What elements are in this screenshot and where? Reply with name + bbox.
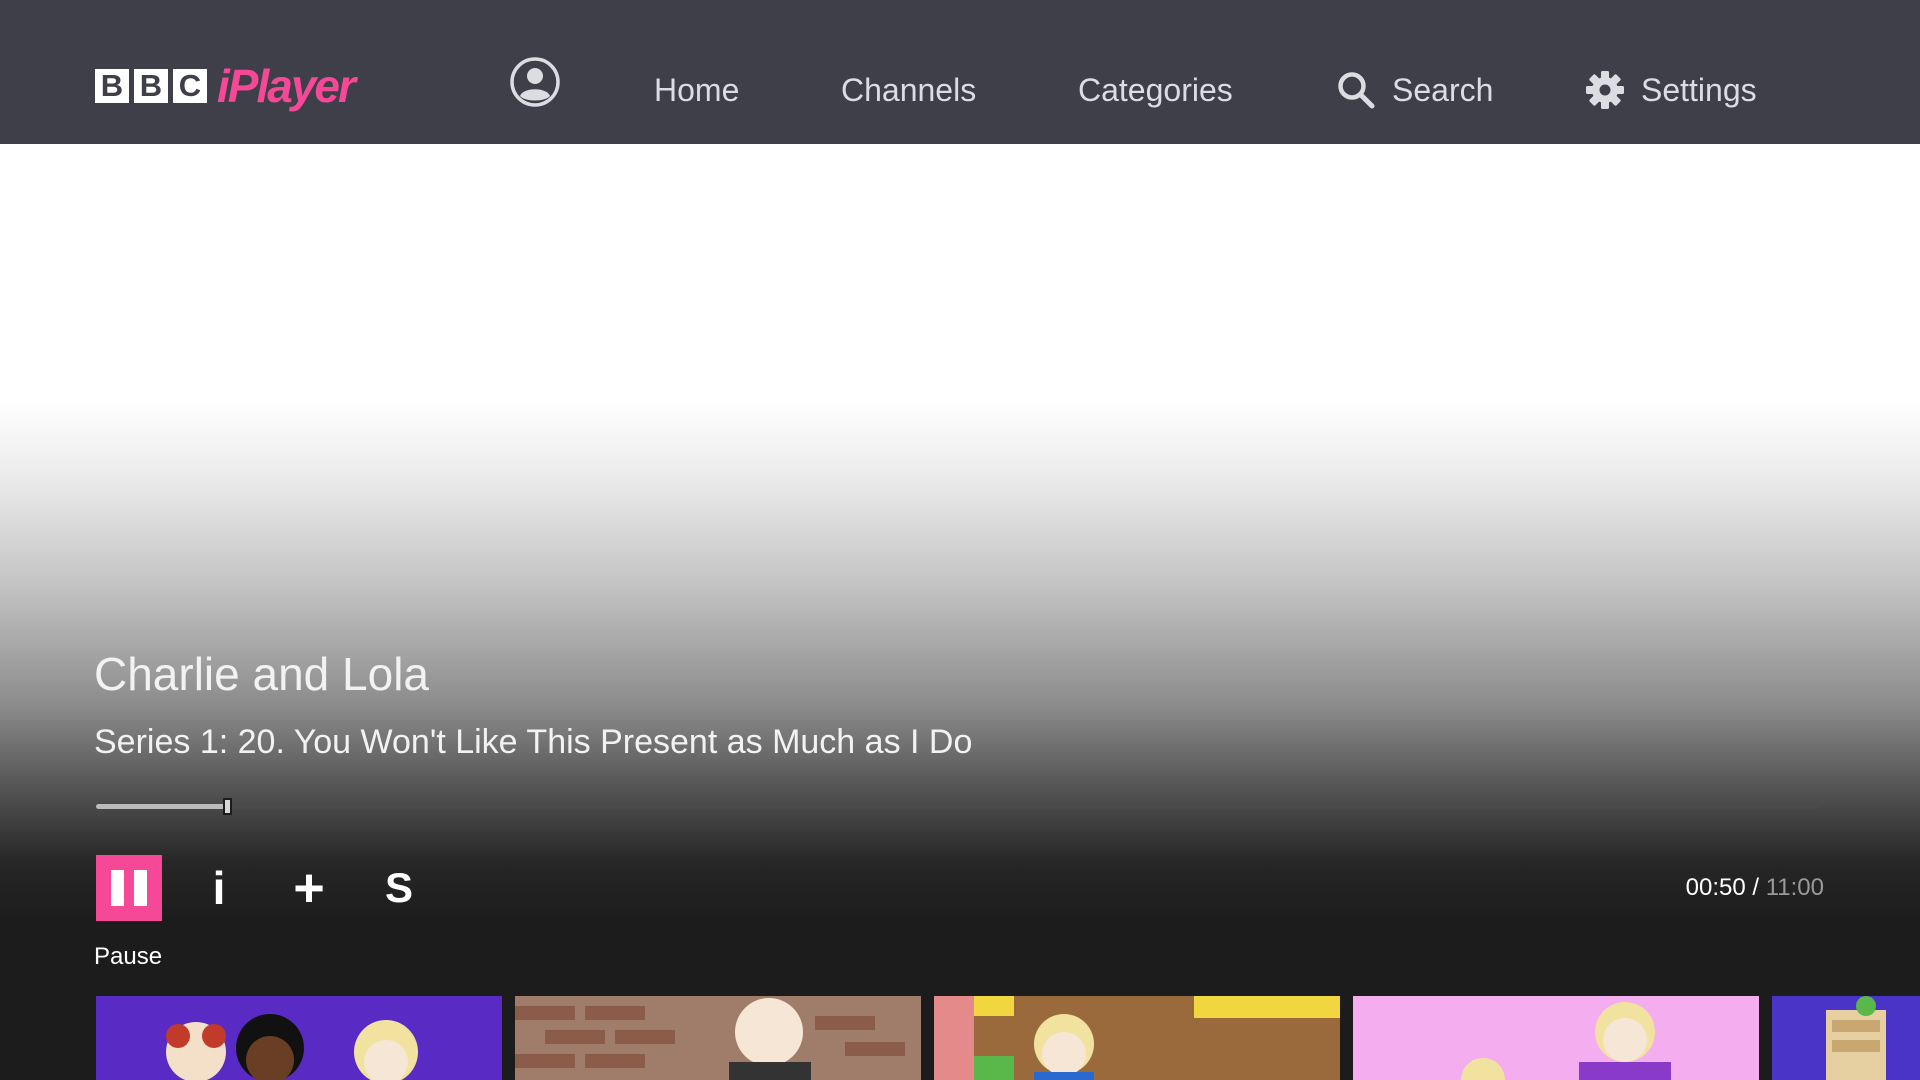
nav-settings-label: Settings <box>1641 72 1757 108</box>
nav-home[interactable]: Home <box>654 70 739 110</box>
bbc-logo-letter: B <box>95 69 129 103</box>
total-duration: 11:00 <box>1765 874 1824 901</box>
video-player-area[interactable] <box>0 144 1920 1080</box>
focused-control-label: Pause <box>94 943 163 970</box>
episode-title: Series 1: 20. You Won't Like This Presen… <box>94 723 973 761</box>
account-button[interactable] <box>509 57 561 107</box>
nav-search-label: Search <box>1392 72 1494 108</box>
cartoon-thumbnail-image <box>1772 996 1920 1080</box>
nav-categories[interactable]: Categories <box>1078 70 1233 110</box>
nav-channels[interactable]: Channels <box>841 70 976 110</box>
gear-icon <box>1586 71 1624 109</box>
search-icon <box>1338 72 1375 109</box>
cartoon-thumbnail-image <box>515 996 921 1080</box>
progress-handle[interactable] <box>223 798 232 815</box>
episode-thumbnail-3[interactable] <box>934 996 1340 1080</box>
playback-time: 00:50 / 11:00 <box>1686 873 1824 903</box>
cartoon-thumbnail-image <box>934 996 1340 1080</box>
nav-home-label: Home <box>654 72 740 108</box>
bbc-iplayer-logo[interactable]: B B C iPlayer <box>95 60 356 112</box>
nav-channels-label: Channels <box>841 72 977 108</box>
progress-fill <box>96 804 227 809</box>
episode-thumbnail-2[interactable] <box>515 996 921 1080</box>
time-separator: / <box>1745 874 1766 901</box>
programme-title: Charlie and Lola <box>94 648 430 700</box>
episode-thumbnail-4[interactable] <box>1353 996 1759 1080</box>
nav-search[interactable]: Search <box>1336 70 1493 110</box>
cartoon-thumbnail-image <box>96 996 502 1080</box>
subtitles-icon: S <box>384 864 413 911</box>
info-icon: i <box>212 862 226 914</box>
subtitles-button[interactable]: S <box>366 855 432 921</box>
episode-thumbnail-5[interactable] <box>1772 996 1920 1080</box>
user-circle-icon <box>510 57 560 107</box>
add-to-list-button[interactable]: + <box>276 855 342 921</box>
nav-categories-label: Categories <box>1078 72 1233 108</box>
nav-settings[interactable]: Settings <box>1585 70 1757 110</box>
top-navigation-bar: B B C iPlayer Home Channels Categories S… <box>0 0 1920 144</box>
episode-thumbnail-1[interactable] <box>96 996 502 1080</box>
pause-button[interactable] <box>96 855 162 921</box>
plus-icon: + <box>293 858 325 918</box>
info-button[interactable]: i <box>186 855 252 921</box>
current-time: 00:50 <box>1685 874 1746 901</box>
pause-icon <box>106 870 152 906</box>
cartoon-thumbnail-image <box>1353 996 1759 1080</box>
bbc-logo-letter: B <box>134 69 168 103</box>
iplayer-wordmark: iPlayer <box>217 60 356 112</box>
bbc-logo-letter: C <box>173 69 207 103</box>
playback-progress-bar[interactable] <box>96 798 1821 815</box>
